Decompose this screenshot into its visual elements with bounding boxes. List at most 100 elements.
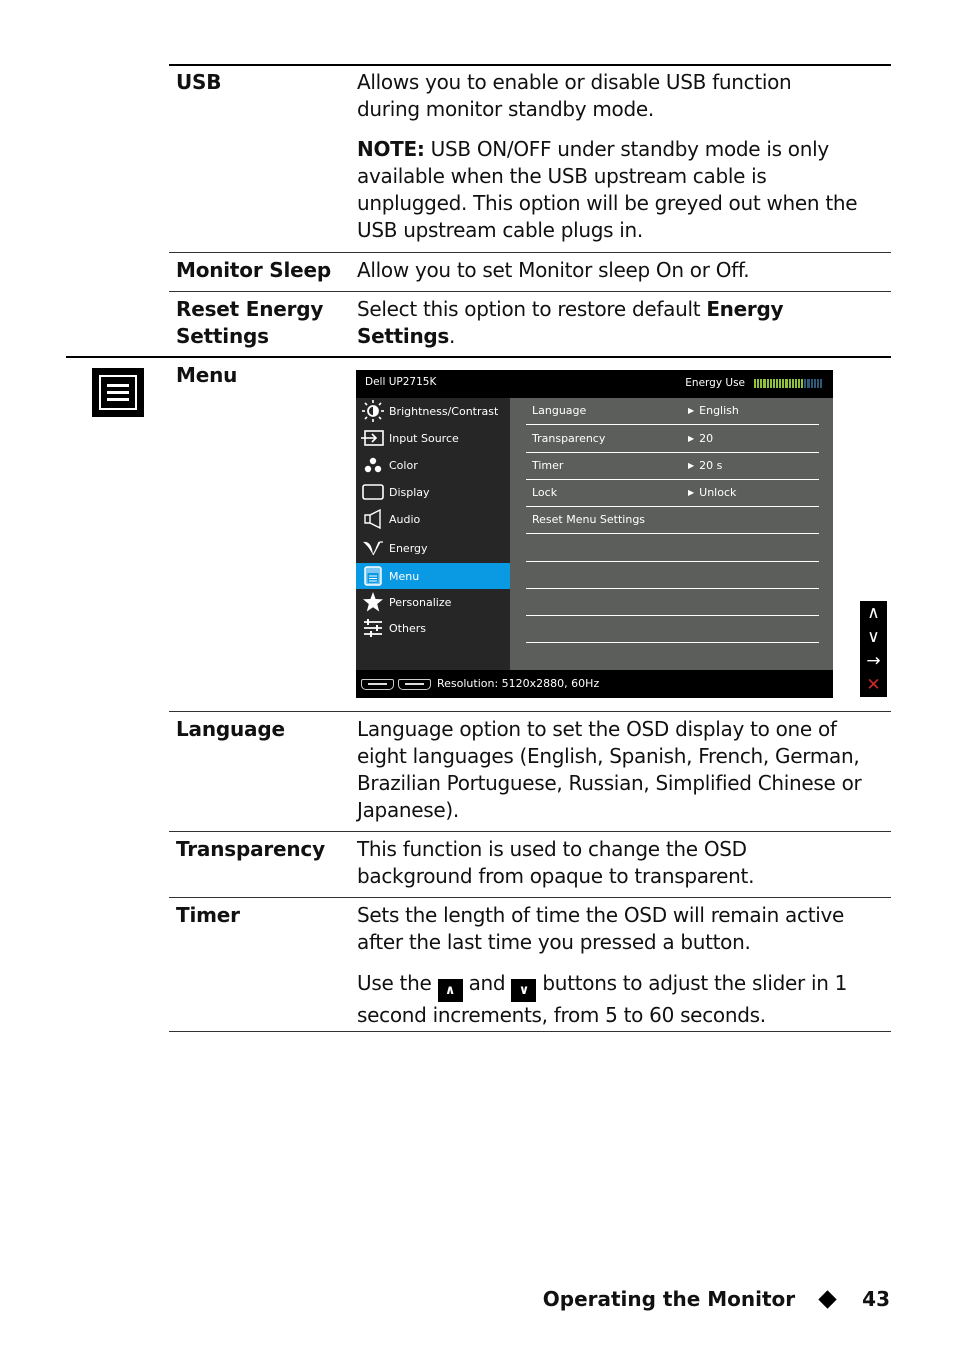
energy-segment (813, 379, 816, 388)
osd-item-input-source[interactable]: Input Source (356, 425, 510, 451)
osd-item-personalize[interactable]: Personalize (356, 589, 510, 615)
osd-item-menu[interactable]: Menu (356, 563, 510, 589)
energy-segment (760, 379, 763, 388)
up-arrow-icon: ∧ (437, 979, 463, 1002)
osd-setting-language[interactable]: Language English (526, 398, 819, 425)
energy-segment (797, 379, 801, 388)
energy-segment (763, 379, 766, 388)
energy-segment (791, 379, 794, 388)
energy-segment (779, 379, 782, 388)
desc-prefix: Select this option to restore default (357, 297, 707, 321)
energy-segment (769, 379, 772, 388)
osd-setting-timer[interactable]: Timer 20 s (526, 453, 819, 480)
osd-item-display[interactable]: Display (356, 479, 510, 505)
osd-item-label: Audio (389, 512, 421, 526)
osd-item-others[interactable]: Others (356, 615, 510, 641)
usage-mid: and (462, 971, 512, 995)
row-divider (169, 831, 891, 832)
reset-energy-description: Select this option to restore default En… (357, 296, 827, 350)
menu-label: Menu (176, 363, 238, 387)
energy-segment (801, 379, 804, 388)
row-divider (169, 711, 891, 712)
language-description: Language option to set the OSD display t… (357, 717, 862, 822)
energy-segment (794, 379, 797, 388)
osd-status-bar: Resolution: 5120x2880, 60Hz (356, 670, 833, 698)
transparency-label: Transparency (176, 837, 325, 861)
brightness-icon (361, 400, 385, 422)
energy-segment (766, 379, 769, 388)
energy-segment (772, 379, 775, 388)
monitor-sleep-description: Allow you to set Monitor sleep On or Off… (357, 258, 750, 282)
page-number: 43 (862, 1287, 890, 1311)
displayport-icon (361, 679, 394, 690)
reset-energy-label-line1: Reset Energy (176, 297, 324, 321)
enter-button[interactable]: → (860, 649, 887, 673)
energy-segment (788, 379, 791, 388)
setting-value: English (688, 404, 739, 417)
note-text: USB ON/OFF under standby mode is only av… (357, 137, 858, 242)
setting-key: Timer (532, 459, 564, 472)
note-label: NOTE: (357, 137, 425, 161)
osd-menu: Dell UP2715K Energy Use Brightness/Contr… (356, 370, 833, 698)
menu-icon (361, 565, 385, 587)
monitor-sleep-label: Monitor Sleep (176, 258, 331, 282)
down-button[interactable]: ∨ (860, 625, 887, 649)
energy-segment (757, 379, 760, 388)
osd-setting-transparency[interactable]: Transparency 20 (526, 426, 819, 453)
timer-label: Timer (176, 903, 240, 927)
osd-energy-label: Energy Use (685, 377, 745, 389)
displayport-icon (398, 679, 431, 690)
osd-empty-row (526, 535, 819, 562)
osd-item-label: Display (389, 485, 430, 499)
usage-prefix: Use the (357, 971, 438, 995)
energy-use-meter (754, 379, 823, 388)
timer-description: Sets the length of time the OSD will rem… (357, 903, 845, 954)
row-divider (169, 291, 891, 292)
osd-item-color[interactable]: Color (356, 452, 510, 478)
audio-icon (361, 508, 385, 530)
osd-item-label: Energy (389, 541, 428, 555)
energy-segment (816, 379, 819, 388)
osd-setting-lock[interactable]: Lock Unlock (526, 480, 819, 507)
up-button[interactable]: ∧ (860, 601, 887, 625)
down-arrow-icon: ∨ (511, 979, 537, 1002)
osd-item-label: Menu (389, 569, 420, 583)
osd-item-energy[interactable]: Energy (356, 535, 510, 561)
desc-suffix: . (449, 324, 456, 348)
exit-button[interactable]: ✕ (860, 673, 887, 697)
energy-segment (819, 379, 823, 388)
osd-item-label: Others (389, 621, 426, 635)
timer-usage: Use the ∧ and ∨ buttons to adjust the sl… (357, 970, 882, 1029)
usb-label: USB (176, 70, 222, 94)
display-icon (361, 481, 385, 503)
energy-segment (810, 379, 813, 388)
star-icon (361, 591, 385, 613)
usb-note: NOTE: USB ON/OFF under standby mode is o… (357, 136, 867, 244)
table-top-rule (169, 64, 891, 66)
osd-item-label: Personalize (389, 595, 452, 609)
osd-settings-panel: Language English Transparency 20 Timer 2… (510, 398, 833, 670)
osd-item-label: Brightness/Contrast (389, 404, 499, 418)
usb-description: Allows you to enable or disable USB func… (357, 70, 792, 121)
osd-setting-reset-menu[interactable]: Reset Menu Settings (526, 507, 819, 534)
row-divider (169, 252, 891, 253)
osd-empty-row (526, 562, 819, 589)
setting-key: Lock (532, 486, 558, 499)
energy-segment (754, 379, 757, 388)
energy-segment (804, 379, 807, 388)
front-panel-buttons: ∧ ∨ → ✕ (860, 601, 887, 697)
energy-segment (785, 379, 788, 388)
input-source-icon (361, 427, 385, 449)
menu-icon (92, 368, 144, 417)
osd-item-label: Input Source (389, 431, 459, 445)
osd-item-label: Color (389, 458, 418, 472)
color-icon (361, 454, 385, 476)
osd-empty-row (526, 616, 819, 643)
osd-item-brightness-contrast[interactable]: Brightness/Contrast (356, 398, 510, 424)
energy-segment (782, 379, 785, 388)
osd-item-audio[interactable]: Audio (356, 506, 510, 532)
osd-model-title: Dell UP2715K (365, 376, 437, 388)
page-footer: Operating the Monitor 43 (543, 1287, 890, 1311)
language-label: Language (176, 717, 285, 741)
reset-energy-label-line2: Settings (176, 324, 269, 348)
